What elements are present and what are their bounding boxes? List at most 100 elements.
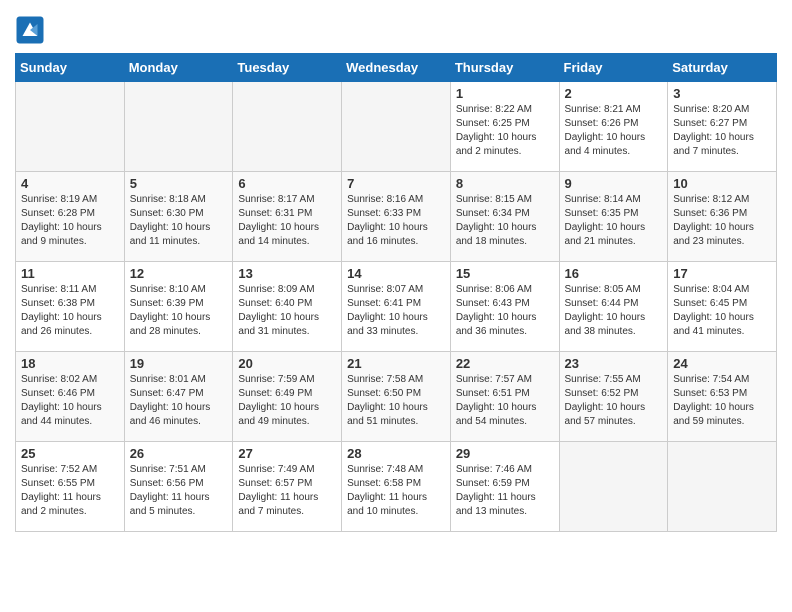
day-number: 26 xyxy=(130,446,228,461)
day-number: 29 xyxy=(456,446,554,461)
calendar-day-cell: 2 Sunrise: 8:21 AM Sunset: 6:26 PM Daylig… xyxy=(559,82,668,172)
calendar-day-cell: 22Sunrise: 7:57 AM Sunset: 6:51 PM Dayli… xyxy=(450,352,559,442)
day-number: 7 xyxy=(347,176,445,191)
calendar-week-row: 1 Sunrise: 8:22 AM Sunset: 6:25 PM Daylig… xyxy=(16,82,777,172)
day-info: Sunrise: 8:01 AM Sunset: 6:47 PM Dayligh… xyxy=(130,373,228,429)
calendar-day-cell: 7 Sunrise: 8:16 AM Sunset: 6:33 PM Daylig… xyxy=(342,172,451,262)
day-number: 11 xyxy=(21,266,119,281)
day-info: Sunrise: 8:12 AM Sunset: 6:36 PM Dayligh… xyxy=(673,193,771,249)
calendar-day-cell: 12 Sunrise: 8:10 AM Sunset: 6:39 PM Dayli… xyxy=(124,262,233,352)
weekday-header: Wednesday xyxy=(342,54,451,82)
day-number: 17 xyxy=(673,266,771,281)
calendar-day-cell: 16Sunrise: 8:05 AM Sunset: 6:44 PM Dayli… xyxy=(559,262,668,352)
day-number: 5 xyxy=(130,176,228,191)
day-info: Sunrise: 8:07 AM Sunset: 6:41 PM Dayligh… xyxy=(347,283,445,339)
day-info: Sunrise: 8:02 AM Sunset: 6:46 PM Dayligh… xyxy=(21,373,119,429)
day-info: Sunrise: 8:15 AM Sunset: 6:34 PM Dayligh… xyxy=(456,193,554,249)
calendar-body: 1 Sunrise: 8:22 AM Sunset: 6:25 PM Daylig… xyxy=(16,82,777,532)
calendar-day-cell: 10 Sunrise: 8:12 AM Sunset: 6:36 PM Dayli… xyxy=(668,172,777,262)
day-number: 18 xyxy=(21,356,119,371)
calendar-day-cell: 15 Sunrise: 8:06 AM Sunset: 6:43 PM Dayli… xyxy=(450,262,559,352)
day-info: Sunrise: 8:16 AM Sunset: 6:33 PM Dayligh… xyxy=(347,193,445,249)
day-number: 10 xyxy=(673,176,771,191)
day-number: 12 xyxy=(130,266,228,281)
day-info: Sunrise: 7:49 AM Sunset: 6:57 PM Dayligh… xyxy=(238,463,336,519)
calendar-day-cell xyxy=(124,82,233,172)
day-info: Sunrise: 7:58 AM Sunset: 6:50 PM Dayligh… xyxy=(347,373,445,429)
page-header xyxy=(15,10,777,45)
weekday-header: Sunday xyxy=(16,54,125,82)
calendar-header: SundayMondayTuesdayWednesdayThursdayFrid… xyxy=(16,54,777,82)
calendar-day-cell: 23 Sunrise: 7:55 AM Sunset: 6:52 PM Dayli… xyxy=(559,352,668,442)
day-number: 9 xyxy=(565,176,663,191)
day-info: Sunrise: 7:46 AM Sunset: 6:59 PM Dayligh… xyxy=(456,463,554,519)
calendar-week-row: 25 Sunrise: 7:52 AM Sunset: 6:55 PM Dayli… xyxy=(16,442,777,532)
day-info: Sunrise: 8:05 AM Sunset: 6:44 PM Dayligh… xyxy=(565,283,663,339)
day-info: Sunrise: 8:18 AM Sunset: 6:30 PM Dayligh… xyxy=(130,193,228,249)
calendar-day-cell: 8Sunrise: 8:15 AM Sunset: 6:34 PM Daylig… xyxy=(450,172,559,262)
weekday-header: Tuesday xyxy=(233,54,342,82)
day-info: Sunrise: 7:55 AM Sunset: 6:52 PM Dayligh… xyxy=(565,373,663,429)
weekday-header: Saturday xyxy=(668,54,777,82)
weekday-header: Monday xyxy=(124,54,233,82)
calendar-day-cell: 21 Sunrise: 7:58 AM Sunset: 6:50 PM Dayli… xyxy=(342,352,451,442)
calendar-day-cell: 3Sunrise: 8:20 AM Sunset: 6:27 PM Daylig… xyxy=(668,82,777,172)
day-info: Sunrise: 8:11 AM Sunset: 6:38 PM Dayligh… xyxy=(21,283,119,339)
calendar-day-cell: 13 Sunrise: 8:09 AM Sunset: 6:40 PM Dayli… xyxy=(233,262,342,352)
calendar-week-row: 4 Sunrise: 8:19 AM Sunset: 6:28 PM Daylig… xyxy=(16,172,777,262)
day-info: Sunrise: 7:51 AM Sunset: 6:56 PM Dayligh… xyxy=(130,463,228,519)
day-number: 4 xyxy=(21,176,119,191)
calendar-day-cell xyxy=(668,442,777,532)
day-number: 1 xyxy=(456,86,554,101)
calendar-day-cell xyxy=(233,82,342,172)
calendar-day-cell: 29 Sunrise: 7:46 AM Sunset: 6:59 PM Dayli… xyxy=(450,442,559,532)
day-number: 13 xyxy=(238,266,336,281)
day-info: Sunrise: 8:22 AM Sunset: 6:25 PM Dayligh… xyxy=(456,103,554,159)
day-info: Sunrise: 7:48 AM Sunset: 6:58 PM Dayligh… xyxy=(347,463,445,519)
day-info: Sunrise: 7:52 AM Sunset: 6:55 PM Dayligh… xyxy=(21,463,119,519)
day-number: 3 xyxy=(673,86,771,101)
day-number: 25 xyxy=(21,446,119,461)
day-number: 6 xyxy=(238,176,336,191)
calendar-day-cell: 25 Sunrise: 7:52 AM Sunset: 6:55 PM Dayli… xyxy=(16,442,125,532)
day-info: Sunrise: 8:14 AM Sunset: 6:35 PM Dayligh… xyxy=(565,193,663,249)
day-info: Sunrise: 8:10 AM Sunset: 6:39 PM Dayligh… xyxy=(130,283,228,339)
weekday-header: Friday xyxy=(559,54,668,82)
day-number: 21 xyxy=(347,356,445,371)
day-number: 19 xyxy=(130,356,228,371)
day-number: 24 xyxy=(673,356,771,371)
day-info: Sunrise: 7:54 AM Sunset: 6:53 PM Dayligh… xyxy=(673,373,771,429)
logo-icon xyxy=(15,15,45,45)
day-number: 14 xyxy=(347,266,445,281)
weekday-header: Thursday xyxy=(450,54,559,82)
calendar-week-row: 18 Sunrise: 8:02 AM Sunset: 6:46 PM Dayli… xyxy=(16,352,777,442)
calendar-day-cell: 26 Sunrise: 7:51 AM Sunset: 6:56 PM Dayli… xyxy=(124,442,233,532)
day-info: Sunrise: 8:21 AM Sunset: 6:26 PM Dayligh… xyxy=(565,103,663,159)
calendar-day-cell: 24 Sunrise: 7:54 AM Sunset: 6:53 PM Dayli… xyxy=(668,352,777,442)
day-info: Sunrise: 8:17 AM Sunset: 6:31 PM Dayligh… xyxy=(238,193,336,249)
calendar-day-cell: 28 Sunrise: 7:48 AM Sunset: 6:58 PM Dayli… xyxy=(342,442,451,532)
calendar-week-row: 11 Sunrise: 8:11 AM Sunset: 6:38 PM Dayli… xyxy=(16,262,777,352)
calendar-day-cell: 18 Sunrise: 8:02 AM Sunset: 6:46 PM Dayli… xyxy=(16,352,125,442)
day-info: Sunrise: 8:09 AM Sunset: 6:40 PM Dayligh… xyxy=(238,283,336,339)
calendar-day-cell xyxy=(342,82,451,172)
calendar-day-cell: 6 Sunrise: 8:17 AM Sunset: 6:31 PM Daylig… xyxy=(233,172,342,262)
calendar-day-cell xyxy=(559,442,668,532)
day-info: Sunrise: 8:19 AM Sunset: 6:28 PM Dayligh… xyxy=(21,193,119,249)
day-info: Sunrise: 8:06 AM Sunset: 6:43 PM Dayligh… xyxy=(456,283,554,339)
day-number: 23 xyxy=(565,356,663,371)
calendar-table: SundayMondayTuesdayWednesdayThursdayFrid… xyxy=(15,53,777,532)
calendar-day-cell: 20 Sunrise: 7:59 AM Sunset: 6:49 PM Dayli… xyxy=(233,352,342,442)
day-number: 15 xyxy=(456,266,554,281)
day-info: Sunrise: 7:57 AM Sunset: 6:51 PM Dayligh… xyxy=(456,373,554,429)
header-row: SundayMondayTuesdayWednesdayThursdayFrid… xyxy=(16,54,777,82)
day-number: 20 xyxy=(238,356,336,371)
day-number: 28 xyxy=(347,446,445,461)
day-number: 2 xyxy=(565,86,663,101)
logo xyxy=(15,15,47,45)
calendar-day-cell: 1 Sunrise: 8:22 AM Sunset: 6:25 PM Daylig… xyxy=(450,82,559,172)
day-info: Sunrise: 7:59 AM Sunset: 6:49 PM Dayligh… xyxy=(238,373,336,429)
calendar-day-cell: 17Sunrise: 8:04 AM Sunset: 6:45 PM Dayli… xyxy=(668,262,777,352)
calendar-day-cell: 27Sunrise: 7:49 AM Sunset: 6:57 PM Dayli… xyxy=(233,442,342,532)
calendar-day-cell: 14 Sunrise: 8:07 AM Sunset: 6:41 PM Dayli… xyxy=(342,262,451,352)
